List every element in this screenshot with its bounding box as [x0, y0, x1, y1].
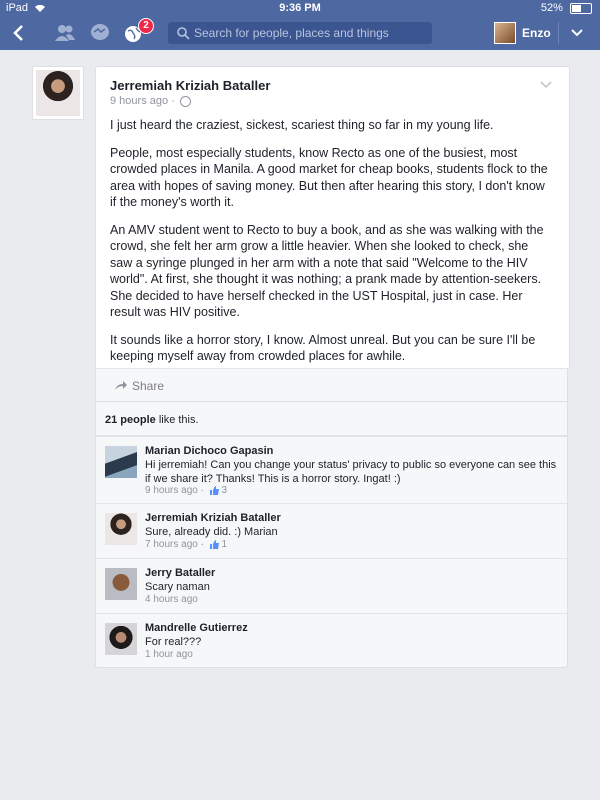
comment-meta: 4 hours ago	[145, 594, 198, 605]
comment-text: For real???	[145, 636, 202, 648]
top-bar: iPad 9:36 PM 52% 2 Search for people, pl…	[0, 0, 600, 50]
nav-divider	[558, 22, 559, 44]
comment-text: Hi jerremiah! Can you change your status…	[145, 459, 557, 485]
profile-name[interactable]: Enzo	[522, 26, 551, 40]
comment-time[interactable]: 9 hours ago	[145, 485, 198, 496]
commenter-name[interactable]: Mandrelle Gutierrez	[145, 622, 248, 634]
comment-meta: 9 hours ago · 3	[145, 485, 228, 496]
likes-suffix: like this.	[158, 414, 199, 426]
like-thumb-icon[interactable]	[209, 539, 219, 549]
battery-fill	[572, 4, 581, 12]
post-time[interactable]: 9 hours ago	[110, 95, 168, 107]
status-time: 9:36 PM	[279, 2, 321, 14]
comment-text: Scary naman	[145, 581, 210, 593]
post-paragraph: People, most especially students, know R…	[110, 145, 548, 210]
comment: Jerry Bataller Scary naman 4 hours ago	[96, 558, 567, 614]
post-paragraph: An AMV student went to Recto to buy a bo…	[110, 222, 544, 320]
comment-like-count: 3	[221, 485, 228, 496]
comment-time[interactable]: 7 hours ago	[145, 539, 198, 550]
post-author-avatar[interactable]	[32, 66, 84, 120]
share-button[interactable]: Share	[132, 379, 164, 393]
comment-time[interactable]: 4 hours ago	[145, 594, 198, 605]
likes-text: 21 people like this.	[105, 414, 199, 426]
chevron-down-icon[interactable]	[570, 26, 584, 40]
post-paragraph: It sounds like a horror story, I know. A…	[110, 332, 536, 364]
commenter-avatar[interactable]	[105, 568, 137, 600]
status-bar: iPad 9:36 PM 52%	[0, 0, 600, 17]
post-meta: 9 hours ago ·	[110, 95, 191, 107]
messages-icon[interactable]	[89, 23, 111, 43]
post-author-name[interactable]: Jerremiah Kriziah Bataller	[110, 78, 270, 93]
friend-requests-icon[interactable]	[54, 23, 76, 43]
commenter-name[interactable]: Jerry Bataller	[145, 567, 215, 579]
likes-count[interactable]: 21 people	[105, 414, 156, 426]
back-icon[interactable]	[10, 23, 28, 43]
comment-text: Sure, already did. :) Marian	[145, 526, 278, 538]
post-paragraph: I just heard the craziest, sickest, scar…	[110, 118, 494, 132]
battery-icon	[570, 2, 592, 14]
comment-time[interactable]: 1 hour ago	[145, 649, 193, 660]
comment-meta: 7 hours ago · 1	[145, 539, 228, 550]
post-body: I just heard the craziest, sickest, scar…	[110, 117, 550, 376]
comment-meta: 1 hour ago	[145, 649, 193, 660]
notification-badge: 2	[138, 18, 154, 34]
comment: Marian Dichoco Gapasin Hi jerremiah! Can…	[96, 436, 567, 504]
author-photo	[36, 70, 80, 116]
share-bar: Share	[95, 368, 568, 402]
comment: Jerremiah Kriziah Bataller Sure, already…	[96, 503, 567, 559]
commenter-avatar[interactable]	[105, 623, 137, 655]
comment: Mandrelle Gutierrez For real??? 1 hour a…	[96, 613, 567, 668]
share-arrow-icon[interactable]	[114, 379, 128, 391]
post-options-chevron-icon[interactable]	[540, 80, 552, 90]
status-right: 52%	[541, 2, 592, 14]
commenter-name[interactable]: Marian Dichoco Gapasin	[145, 445, 273, 457]
comment-like-count: 1	[221, 539, 228, 550]
globe-icon[interactable]	[179, 95, 191, 107]
nav-bar: 2 Search for people, places and things E…	[0, 17, 600, 50]
commenter-avatar[interactable]	[105, 513, 137, 545]
profile-avatar[interactable]	[494, 22, 516, 44]
commenter-name[interactable]: Jerremiah Kriziah Bataller	[145, 512, 281, 524]
like-thumb-icon[interactable]	[209, 485, 219, 495]
search-icon	[177, 27, 190, 40]
battery-percent: 52%	[540, 2, 563, 14]
search-placeholder: Search for people, places and things	[194, 26, 389, 40]
likes-summary: 21 people like this.	[95, 402, 568, 436]
commenter-avatar[interactable]	[105, 446, 137, 478]
comments-section: Marian Dichoco Gapasin Hi jerremiah! Can…	[95, 436, 568, 668]
search-bar[interactable]: Search for people, places and things	[168, 22, 432, 44]
